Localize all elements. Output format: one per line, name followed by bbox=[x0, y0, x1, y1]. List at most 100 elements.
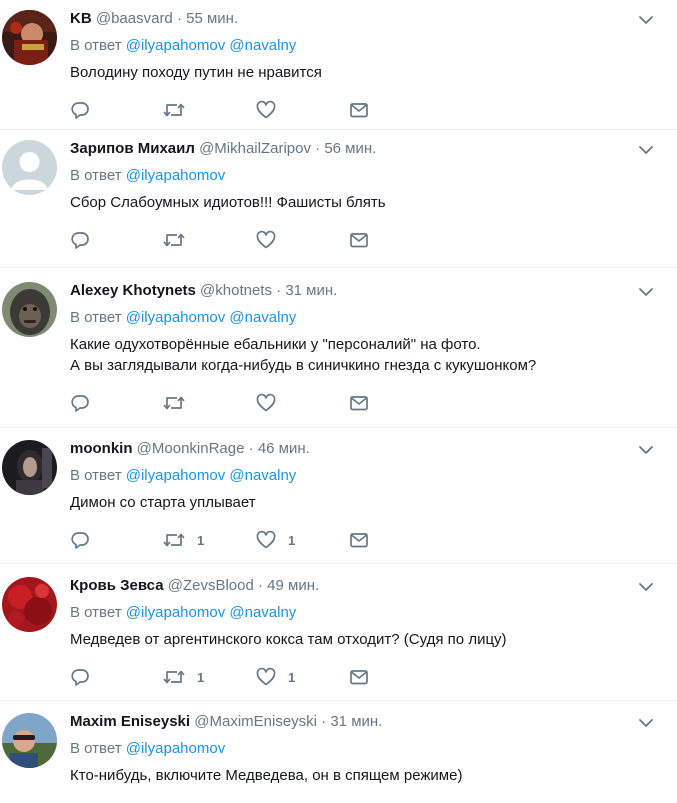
mention-link[interactable]: @navalny bbox=[229, 604, 296, 621]
envelope-icon bbox=[350, 396, 368, 411]
like-button[interactable] bbox=[256, 230, 349, 250]
mention-link[interactable]: @ilyapahomov bbox=[126, 604, 225, 621]
tweet-text: Медведев от аргентинского кокса там отхо… bbox=[70, 629, 657, 650]
author-name[interactable]: Зарипов Михаил bbox=[70, 140, 195, 157]
timestamp[interactable]: 31 мин. bbox=[285, 282, 337, 299]
chevron-down-icon[interactable] bbox=[637, 578, 655, 596]
reply-button[interactable] bbox=[70, 100, 163, 120]
mention-link[interactable]: @ilyapahomov bbox=[126, 37, 225, 54]
mention-link[interactable]: @navalny bbox=[229, 37, 296, 54]
reply-context: В ответ @ilyapahomov @navalny bbox=[70, 603, 657, 623]
tweet-actions bbox=[70, 100, 657, 120]
envelope-icon bbox=[350, 533, 368, 548]
tweet[interactable]: Maxim Eniseyski @MaximEniseyski · 31 мин… bbox=[0, 701, 677, 803]
chevron-down-icon[interactable] bbox=[637, 11, 655, 29]
reply-icon bbox=[71, 232, 89, 249]
reply-prefix: В ответ bbox=[70, 604, 122, 621]
chevron-down-icon[interactable] bbox=[637, 141, 655, 159]
reply-prefix: В ответ bbox=[70, 740, 122, 757]
envelope-icon bbox=[350, 103, 368, 118]
retweet-icon bbox=[163, 533, 185, 547]
author-name[interactable]: Alexey Khotynets bbox=[70, 282, 196, 299]
author-name[interactable]: KB bbox=[70, 10, 92, 27]
retweet-icon bbox=[163, 396, 185, 410]
author-handle[interactable]: @baasvard bbox=[96, 10, 173, 27]
author-name[interactable]: Кровь Зевса bbox=[70, 577, 164, 594]
direct-message-button[interactable] bbox=[349, 100, 442, 120]
author-name[interactable]: Maxim Eniseyski bbox=[70, 713, 190, 730]
avatar[interactable] bbox=[2, 577, 57, 632]
avatar[interactable] bbox=[2, 140, 57, 195]
direct-message-button[interactable] bbox=[349, 667, 442, 687]
like-button[interactable]: 1 bbox=[256, 530, 349, 550]
like-button[interactable]: 1 bbox=[256, 667, 349, 687]
tweet[interactable]: Кровь Зевса @ZevsBlood · 49 мин. В ответ… bbox=[0, 564, 677, 701]
reply-context: В ответ @ilyapahomov @navalny bbox=[70, 36, 657, 56]
tweet-header: Alexey Khotynets @khotnets · 31 мин. bbox=[70, 281, 657, 301]
tweet-header: KB @baasvard · 55 мин. bbox=[70, 9, 657, 29]
mention-link[interactable]: @navalny bbox=[229, 467, 296, 484]
retweet-icon bbox=[163, 233, 185, 247]
tweet[interactable]: Alexey Khotynets @khotnets · 31 мин. В о… bbox=[0, 268, 677, 428]
tweet[interactable]: KB @baasvard · 55 мин. В ответ @ilyapaho… bbox=[0, 0, 677, 130]
tweet-header: Кровь Зевса @ZevsBlood · 49 мин. bbox=[70, 576, 657, 596]
reply-button[interactable] bbox=[70, 530, 163, 550]
avatar[interactable] bbox=[2, 10, 57, 65]
mention-link[interactable]: @ilyapahomov bbox=[126, 467, 225, 484]
retweet-icon bbox=[163, 670, 185, 684]
tweet-text: Володину походу путин не нравится bbox=[70, 62, 657, 83]
separator-dot: · bbox=[258, 577, 263, 594]
direct-message-button[interactable] bbox=[349, 230, 442, 250]
mention-link[interactable]: @navalny bbox=[229, 309, 296, 326]
reply-button[interactable] bbox=[70, 667, 163, 687]
mention-link[interactable]: @ilyapahomov bbox=[126, 309, 225, 326]
retweet-icon bbox=[163, 103, 185, 117]
timestamp[interactable]: 49 мин. bbox=[267, 577, 319, 594]
timestamp[interactable]: 55 мин. bbox=[186, 10, 238, 27]
chevron-down-icon[interactable] bbox=[637, 441, 655, 459]
author-handle[interactable]: @MaximEniseyski bbox=[194, 713, 317, 730]
author-name[interactable]: moonkin bbox=[70, 440, 133, 457]
separator-dot: · bbox=[315, 140, 321, 157]
like-button[interactable] bbox=[256, 100, 349, 120]
tweet-text: Какие одухотворённые ебальники у "персон… bbox=[70, 334, 657, 376]
heart-icon bbox=[256, 100, 276, 119]
chevron-down-icon[interactable] bbox=[637, 714, 655, 732]
reply-prefix: В ответ bbox=[70, 467, 122, 484]
timestamp[interactable]: 31 мин. bbox=[330, 713, 382, 730]
tweet-text-line: Медведев от аргентинского кокса там отхо… bbox=[70, 631, 507, 648]
author-handle[interactable]: @MikhailZaripov bbox=[199, 140, 311, 157]
reply-context: В ответ @ilyapahomov @navalny bbox=[70, 308, 657, 328]
avatar[interactable] bbox=[2, 282, 57, 337]
heart-icon bbox=[256, 393, 276, 412]
reply-icon bbox=[71, 395, 89, 412]
tweet[interactable]: Зарипов Михаил @MikhailZaripov · 56 мин.… bbox=[0, 130, 677, 268]
separator-dot: · bbox=[248, 440, 254, 457]
avatar[interactable] bbox=[2, 440, 57, 495]
timestamp[interactable]: 56 мин. bbox=[324, 140, 376, 157]
mention-link[interactable]: @ilyapahomov bbox=[126, 740, 225, 757]
chevron-down-icon[interactable] bbox=[637, 283, 655, 301]
retweet-button[interactable] bbox=[163, 230, 256, 250]
timestamp[interactable]: 46 мин. bbox=[258, 440, 310, 457]
author-handle[interactable]: @MoonkinRage bbox=[137, 440, 245, 457]
mention-link[interactable]: @ilyapahomov bbox=[126, 167, 225, 184]
retweet-button[interactable] bbox=[163, 100, 256, 120]
direct-message-button[interactable] bbox=[349, 530, 442, 550]
heart-icon bbox=[256, 530, 276, 549]
reply-button[interactable] bbox=[70, 230, 163, 250]
tweet-actions: 1 1 bbox=[70, 530, 657, 550]
retweet-button[interactable] bbox=[163, 393, 256, 413]
reply-button[interactable] bbox=[70, 393, 163, 413]
avatar[interactable] bbox=[2, 713, 57, 768]
retweet-button[interactable]: 1 bbox=[163, 530, 256, 550]
like-button[interactable] bbox=[256, 393, 349, 413]
separator-dot: · bbox=[176, 10, 182, 27]
direct-message-button[interactable] bbox=[349, 393, 442, 413]
tweet[interactable]: moonkin @MoonkinRage · 46 мин. В ответ @… bbox=[0, 428, 677, 564]
tweet-text: Кто-нибудь, включите Медведева, он в спя… bbox=[70, 765, 657, 786]
author-handle[interactable]: @ZevsBlood bbox=[168, 577, 254, 594]
retweet-button[interactable]: 1 bbox=[163, 667, 256, 687]
author-handle[interactable]: @khotnets bbox=[200, 282, 272, 299]
reply-context: В ответ @ilyapahomov @navalny bbox=[70, 466, 657, 486]
